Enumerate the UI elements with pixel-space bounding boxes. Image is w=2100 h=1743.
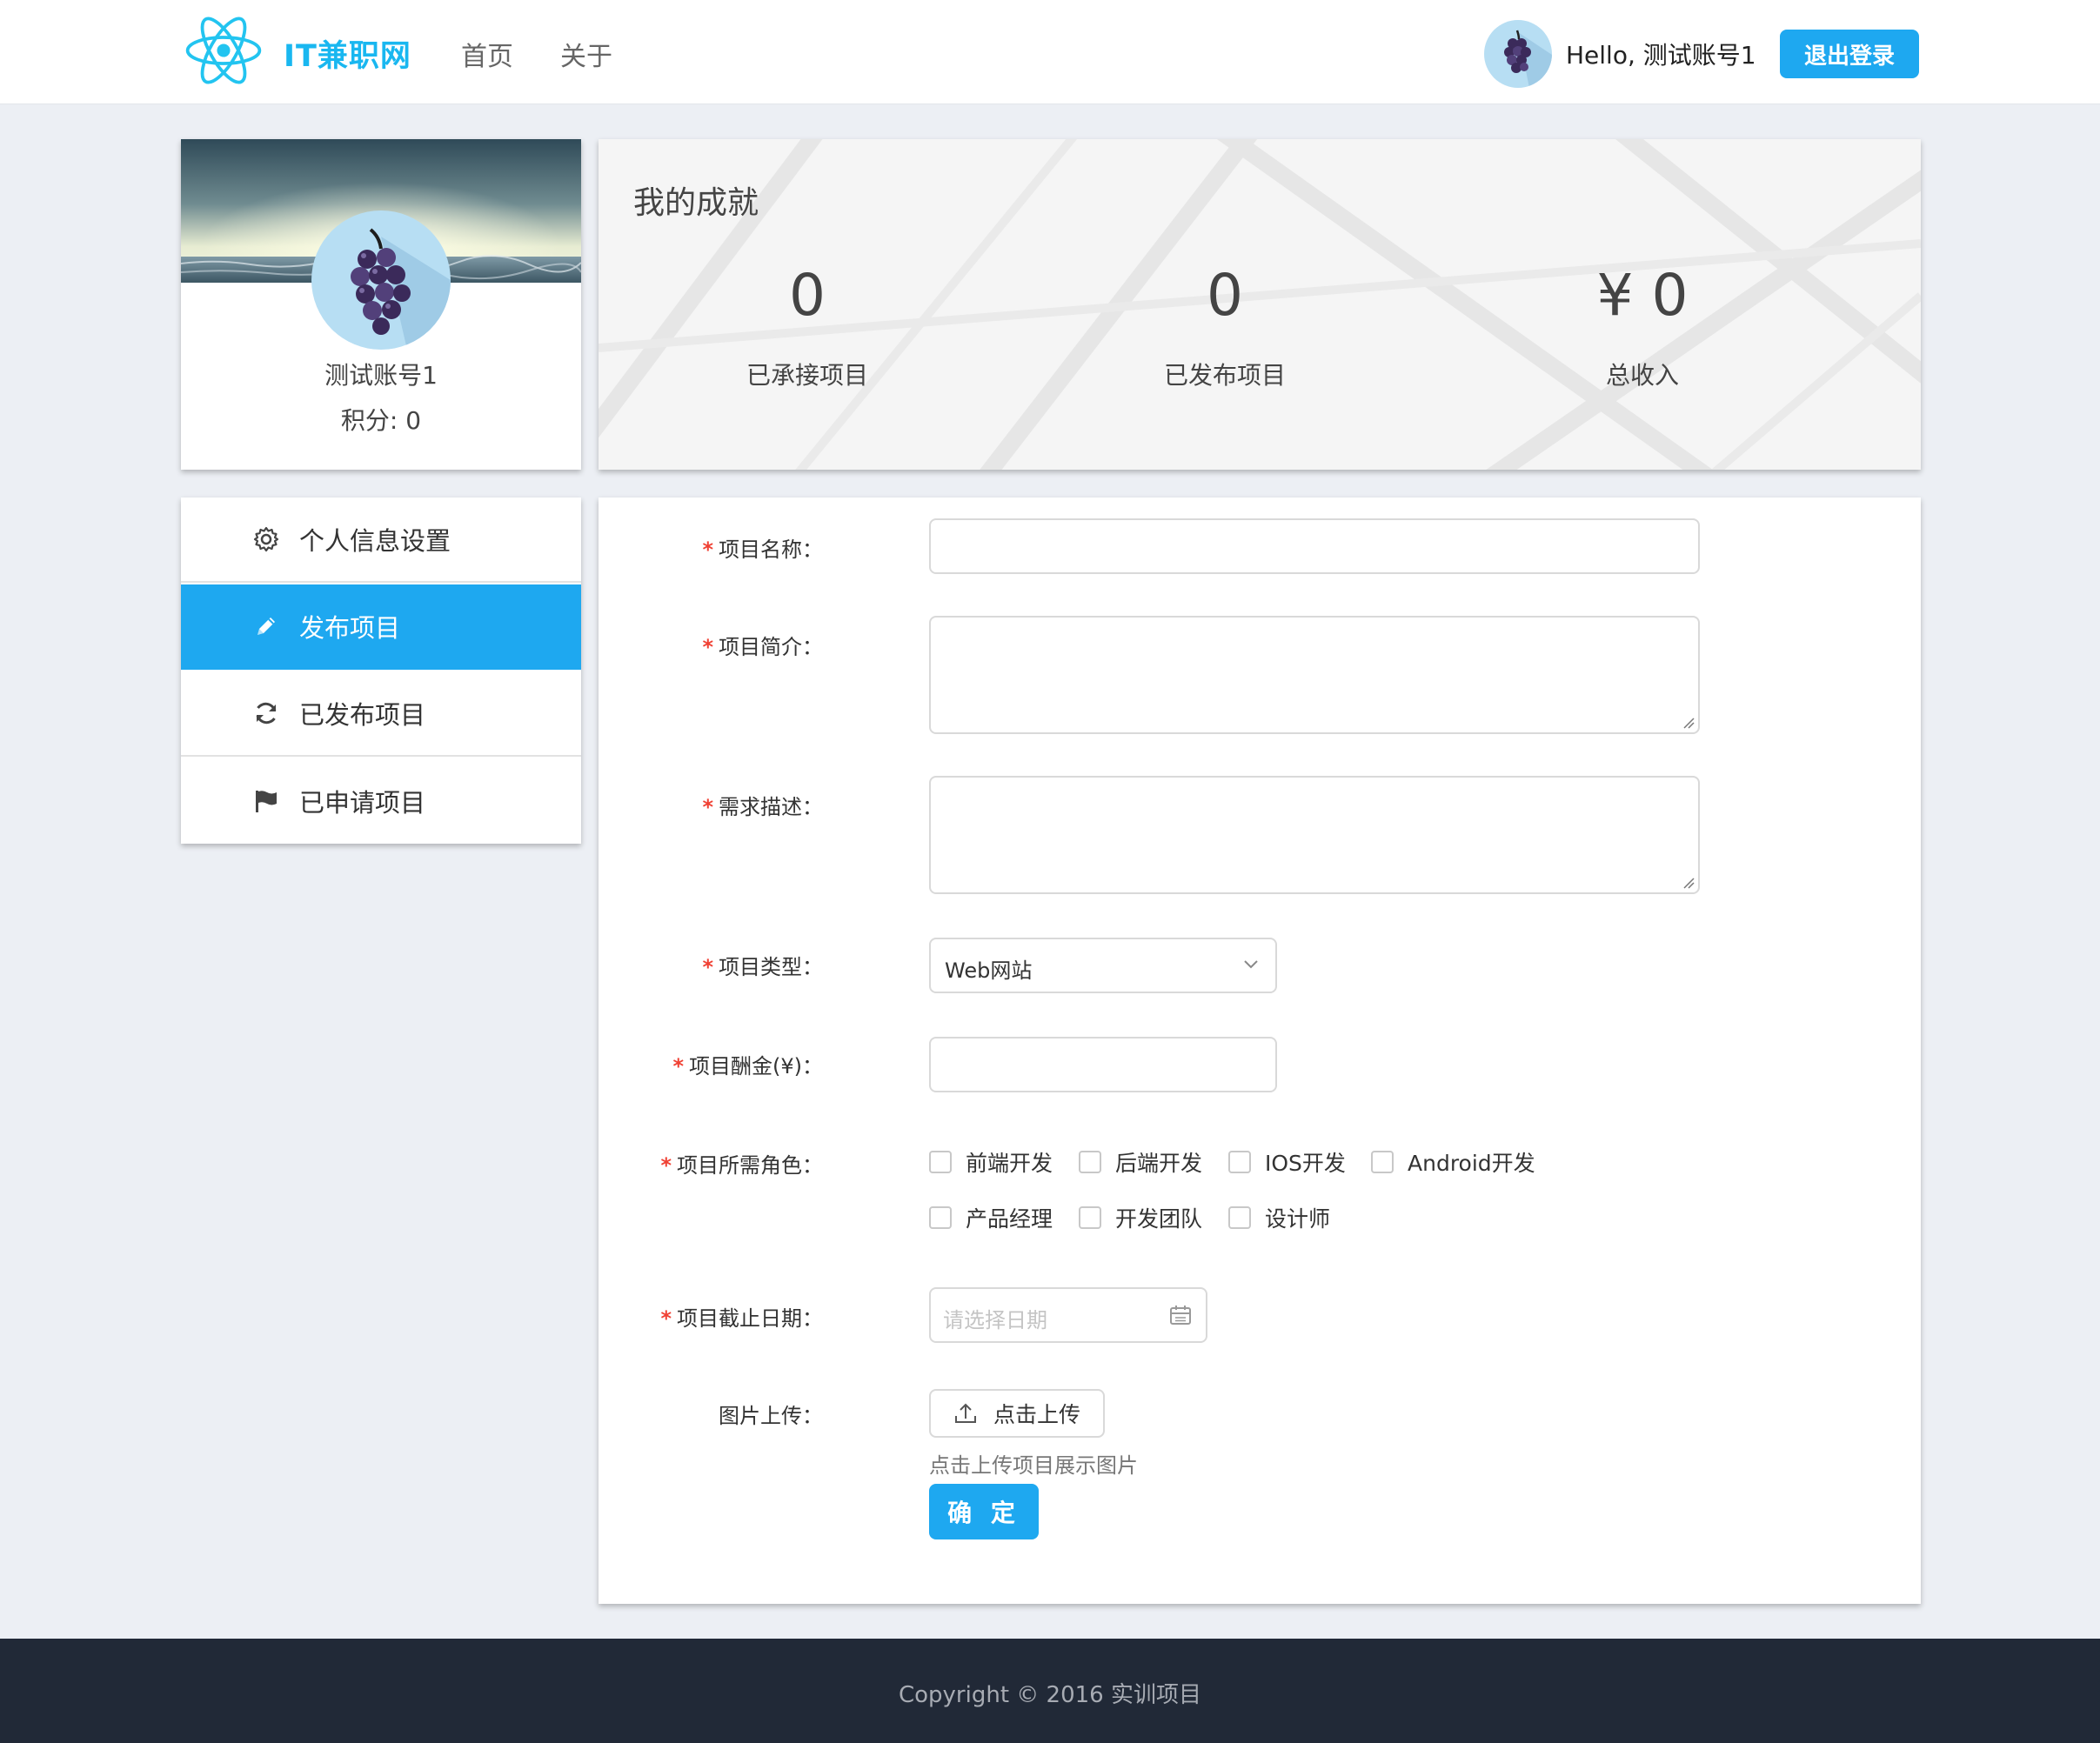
- achievements-title: 我的成就: [633, 185, 759, 221]
- greeting-text: Hello, 测试账号1: [1566, 41, 1756, 70]
- stat-undertaken-value: 0: [789, 262, 826, 329]
- checkbox-label: Android开发: [1408, 1151, 1535, 1176]
- stat-income-label: 总收入: [1605, 361, 1679, 390]
- stat-undertaken-label: 已承接项目: [746, 361, 868, 390]
- checkbox-label: 设计师: [1265, 1206, 1331, 1232]
- refresh-icon: [256, 702, 277, 725]
- footer: Copyright © 2016 实训项目: [0, 1639, 2100, 1743]
- upload-button-label: 点击上传: [993, 1402, 1080, 1427]
- react-logo-icon[interactable]: [183, 12, 264, 89]
- project-intro-label: * 项目简介：: [702, 635, 823, 659]
- flag-icon: [256, 791, 277, 812]
- menu-item-publish-project[interactable]: 发布项目: [181, 584, 581, 670]
- deadline-date-picker[interactable]: 请选择日期: [929, 1287, 1207, 1343]
- user-avatar[interactable]: [1484, 20, 1552, 88]
- side-menu: 个人信息设置 发布项目 已发布项目 已申请项目: [181, 498, 581, 844]
- upload-button[interactable]: 点击上传: [929, 1389, 1105, 1438]
- project-roles-label: * 项目所需角色：: [660, 1153, 823, 1178]
- checkbox-box[interactable]: [1371, 1151, 1394, 1173]
- checkbox-label: 产品经理: [966, 1206, 1053, 1232]
- project-name-label: * 项目名称：: [702, 538, 823, 562]
- role-checkbox-backend[interactable]: 后端开发: [1079, 1146, 1202, 1178]
- stat-published-label: 已发布项目: [1163, 361, 1286, 390]
- menu-item-profile-settings[interactable]: 个人信息设置: [181, 498, 581, 583]
- requirement-textarea[interactable]: [929, 776, 1700, 894]
- menu-item-label: 个人信息设置: [299, 526, 451, 556]
- calendar-icon[interactable]: [1169, 1305, 1192, 1326]
- checkbox-label: 前端开发: [966, 1151, 1053, 1176]
- stat-published: 0 已发布项目: [1051, 261, 1399, 391]
- role-checkbox-frontend[interactable]: 前端开发: [929, 1146, 1053, 1178]
- checkbox-box[interactable]: [1228, 1151, 1251, 1173]
- project-type-label: * 项目类型：: [702, 955, 823, 979]
- grape-icon: [1504, 30, 1552, 88]
- checkbox-box[interactable]: [929, 1206, 952, 1229]
- deadline-placeholder: 请选择日期: [943, 1308, 1047, 1332]
- role-checkbox-designer[interactable]: 设计师: [1228, 1202, 1330, 1233]
- resize-grip-icon[interactable]: [1682, 877, 1695, 889]
- checkbox-label: 开发团队: [1115, 1206, 1203, 1232]
- profile-score: 积分: 0: [340, 406, 422, 435]
- upload-hint: 点击上传项目展示图片: [929, 1453, 1138, 1478]
- checkbox-label: 后端开发: [1115, 1151, 1203, 1176]
- deadline-label: * 项目截止日期：: [660, 1306, 823, 1331]
- project-intro-textarea[interactable]: [929, 616, 1700, 734]
- logout-button[interactable]: 退出登录: [1780, 30, 1919, 78]
- project-reward-input[interactable]: [929, 1037, 1277, 1092]
- brand-name[interactable]: IT兼职网: [284, 31, 411, 76]
- profile-avatar[interactable]: [311, 210, 451, 350]
- profile-name: 测试账号1: [324, 361, 438, 390]
- role-checkbox-product-manager[interactable]: 产品经理: [929, 1202, 1053, 1233]
- stat-undertaken: 0 已承接项目: [633, 261, 981, 391]
- gear-icon: [253, 526, 279, 552]
- image-upload-label: 图片上传：: [719, 1404, 823, 1428]
- stat-income-value: ¥ 0: [1596, 262, 1689, 329]
- menu-item-label: 已申请项目: [299, 788, 426, 818]
- pencil-icon: [257, 618, 275, 635]
- requirement-label: * 需求描述：: [702, 795, 823, 819]
- project-name-input[interactable]: [929, 518, 1700, 574]
- menu-item-published-projects[interactable]: 已发布项目: [181, 671, 581, 757]
- top-header: IT兼职网 首页 关于 Hello, 测试账号1 退出登录: [0, 0, 2100, 104]
- checkbox-box[interactable]: [1079, 1151, 1101, 1173]
- upload-icon: [954, 1403, 976, 1423]
- stat-published-value: 0: [1207, 262, 1243, 329]
- checkbox-box[interactable]: [1079, 1206, 1101, 1229]
- project-reward-label: * 项目酬金(¥)：: [672, 1054, 823, 1079]
- checkbox-label: IOS开发: [1265, 1151, 1346, 1176]
- project-type-value: Web网站: [945, 958, 1033, 983]
- confirm-button[interactable]: 确 定: [929, 1484, 1039, 1539]
- chevron-down-icon: [1244, 960, 1258, 969]
- resize-grip-icon[interactable]: [1682, 717, 1695, 729]
- menu-item-applied-projects[interactable]: 已申请项目: [181, 758, 581, 844]
- profile-card: 测试账号1 积分: 0: [181, 139, 581, 470]
- menu-item-label: 已发布项目: [299, 700, 426, 730]
- project-type-select[interactable]: Web网站: [929, 938, 1277, 993]
- menu-item-label: 发布项目: [299, 613, 401, 643]
- checkbox-box[interactable]: [929, 1151, 952, 1173]
- role-checkbox-ios[interactable]: IOS开发: [1228, 1146, 1346, 1178]
- achievements-card: 我的成就 0 已承接项目 0 已发布项目 ¥ 0 总收入: [599, 139, 1921, 470]
- stat-income: ¥ 0 总收入: [1468, 261, 1816, 391]
- role-checkbox-android[interactable]: Android开发: [1371, 1146, 1535, 1178]
- copyright-text: Copyright © 2016 实训项目: [898, 1682, 1201, 1708]
- checkbox-box[interactable]: [1228, 1206, 1251, 1229]
- grape-icon: [351, 228, 451, 350]
- nav-about-link[interactable]: 关于: [560, 35, 612, 73]
- role-checkbox-dev-team[interactable]: 开发团队: [1079, 1202, 1202, 1233]
- nav-home-link[interactable]: 首页: [461, 35, 513, 73]
